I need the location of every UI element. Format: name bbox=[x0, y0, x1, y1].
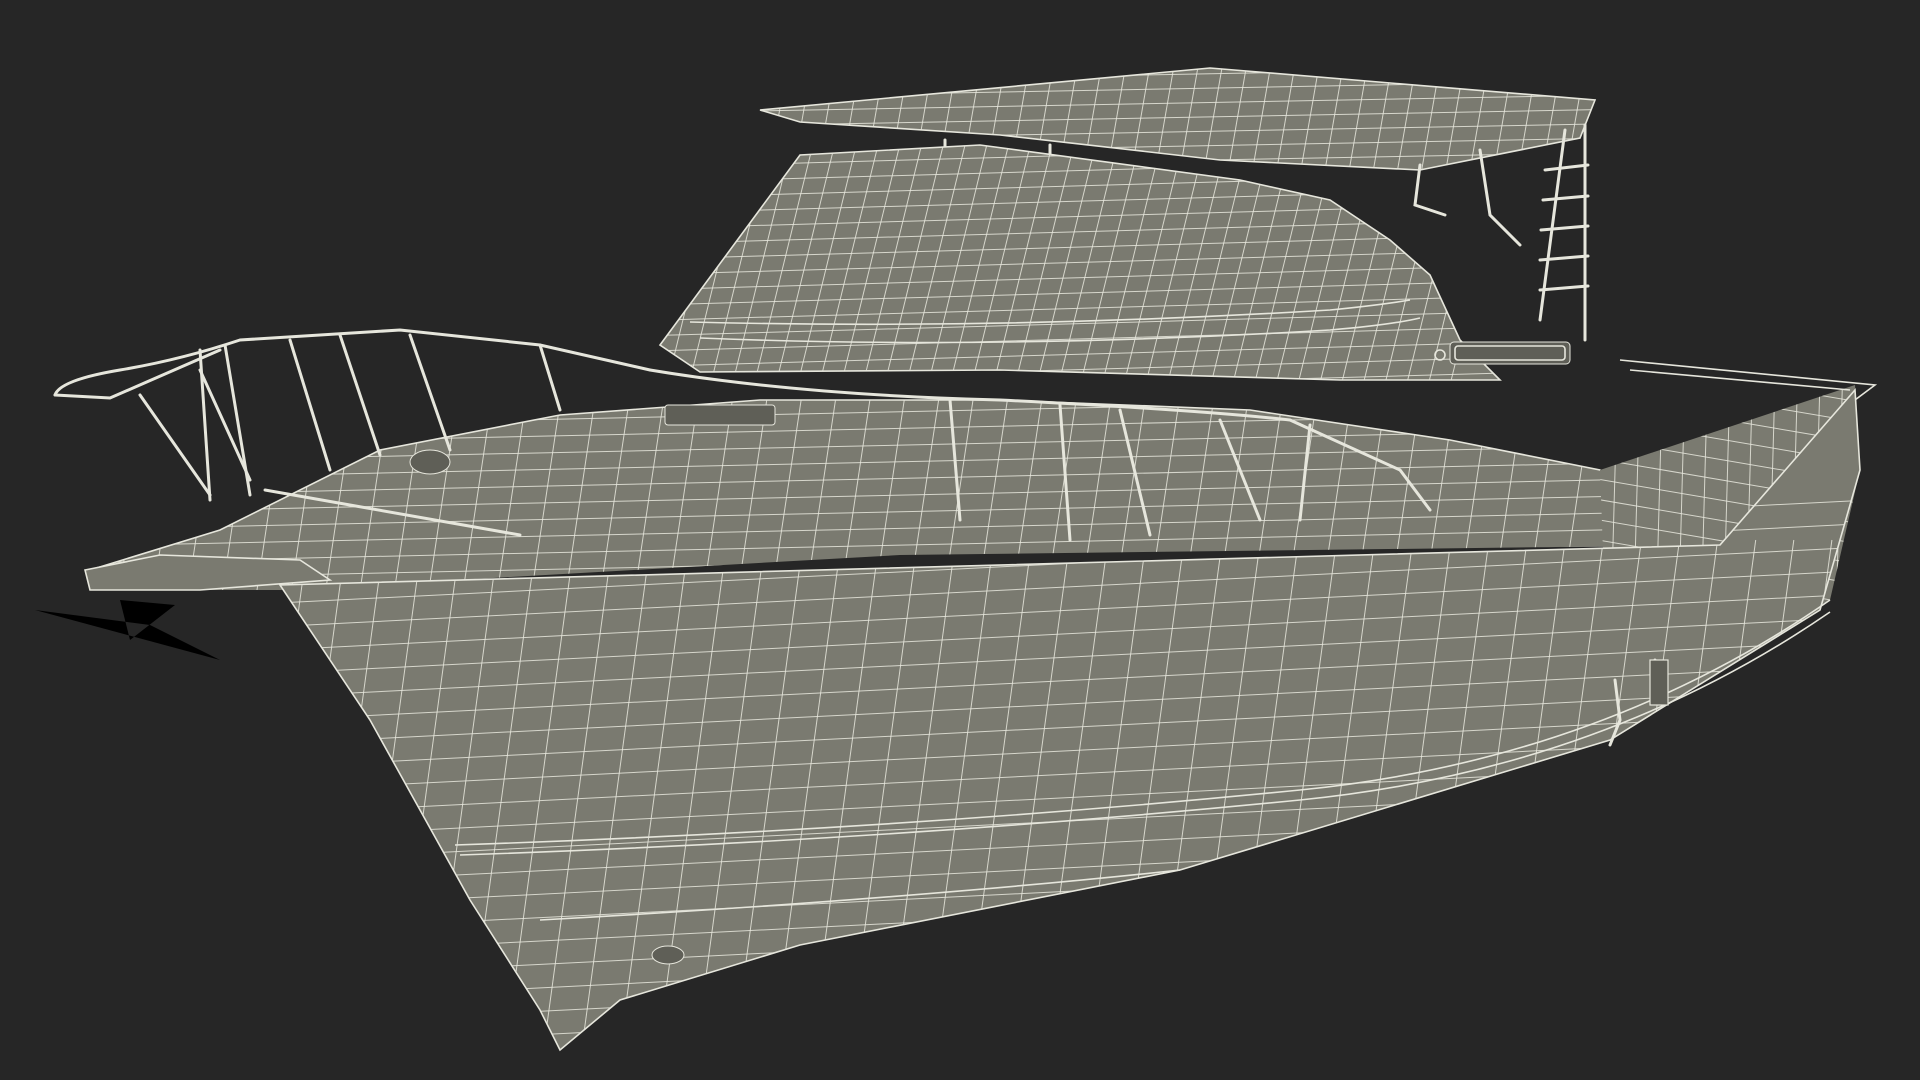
render-viewport bbox=[0, 0, 1920, 1080]
cabin-superstructure bbox=[658, 144, 1571, 381]
boat-wireframe-render bbox=[35, 67, 1878, 1052]
bow-anchor bbox=[35, 554, 333, 660]
